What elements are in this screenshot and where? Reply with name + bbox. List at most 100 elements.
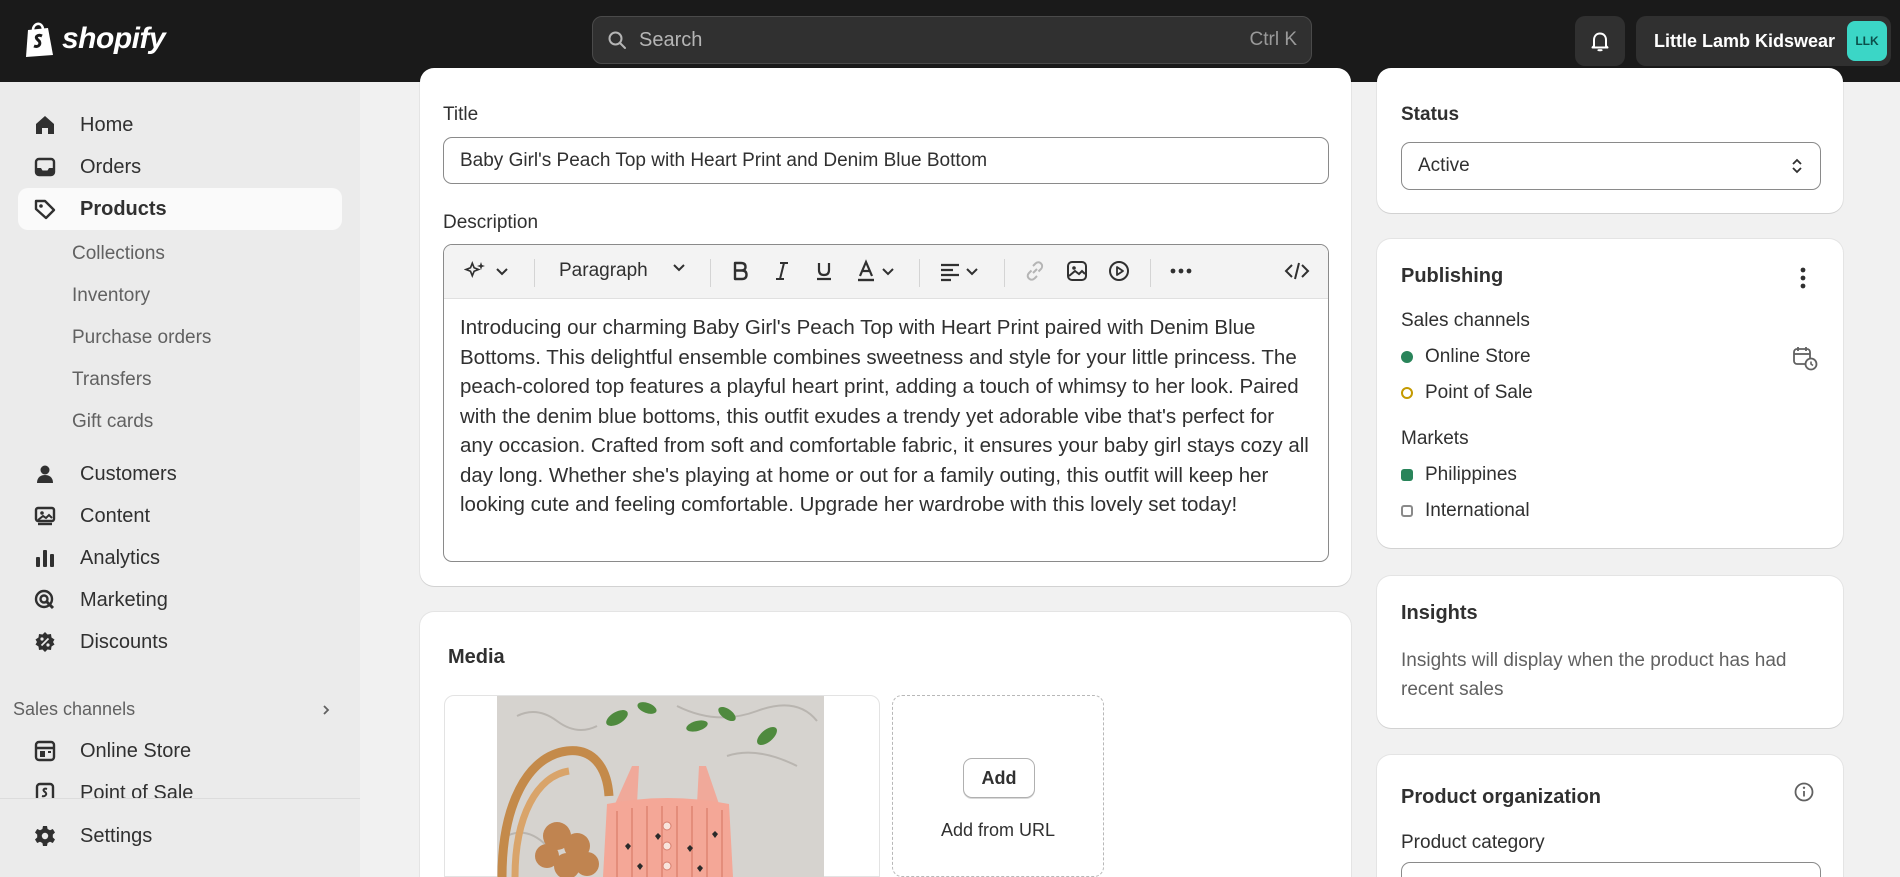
sales-channels-label: Sales channels: [13, 699, 136, 719]
media-title: Media: [448, 646, 505, 668]
image-button[interactable]: [1065, 259, 1089, 283]
bold-icon: [733, 261, 748, 281]
sidebar-item-orders[interactable]: Orders: [18, 146, 342, 188]
chevron-down-icon: [496, 268, 508, 276]
gear-icon: [35, 826, 55, 846]
target-icon: [34, 589, 55, 610]
product-organization-title: Product organization: [1401, 786, 1601, 808]
search-icon: [608, 31, 626, 49]
ai-generate-button[interactable]: [464, 259, 510, 283]
search-input[interactable]: Search Ctrl K: [592, 16, 1312, 64]
tag-icon: [34, 199, 56, 220]
channel-point-of-sale: Point of Sale: [1401, 382, 1533, 404]
product-category-label: Product category: [1401, 832, 1545, 853]
image-icon: [1067, 261, 1087, 281]
active-status-dot: [1401, 351, 1413, 363]
active-status-dot: [1401, 469, 1413, 481]
link-button[interactable]: [1023, 259, 1047, 283]
sidebar-item-online-store[interactable]: Online Store: [18, 730, 342, 772]
channel-online-store: Online Store: [1401, 346, 1531, 368]
shopify-logo[interactable]: shopify: [22, 20, 166, 58]
play-circle-icon: [1109, 261, 1129, 281]
sidebar-item-analytics[interactable]: Analytics: [18, 537, 342, 579]
product-category-input[interactable]: [1401, 862, 1821, 877]
sidebar-item-content[interactable]: Content: [18, 495, 342, 537]
ellipsis-icon: [1170, 268, 1192, 274]
title-label: Title: [443, 104, 479, 125]
sidebar-item-label: Content: [80, 504, 151, 527]
product-image[interactable]: [497, 696, 824, 877]
align-left-icon: [941, 263, 959, 282]
person-icon: [37, 465, 53, 483]
sidebar-item-products[interactable]: Products: [18, 188, 342, 230]
paragraph-dropdown[interactable]: [671, 259, 687, 275]
title-input[interactable]: Baby Girl's Peach Top with Heart Print a…: [443, 137, 1329, 184]
sidebar-item-label: Marketing: [80, 588, 168, 611]
bell-icon: [1591, 32, 1609, 52]
italic-button[interactable]: [770, 259, 794, 283]
more-options-button[interactable]: [1168, 259, 1194, 283]
alignment-button[interactable]: [938, 259, 980, 283]
select-arrows-icon: [1792, 158, 1802, 174]
schedule-calendar-icon[interactable]: [1792, 345, 1818, 371]
link-icon: [1026, 261, 1044, 281]
sidebar-item-marketing[interactable]: Marketing: [18, 579, 342, 621]
market-name: International: [1425, 500, 1530, 521]
editor-toolbar: Paragraph: [444, 245, 1328, 299]
status-select[interactable]: Active: [1401, 142, 1821, 190]
market-name: Philippines: [1425, 464, 1517, 485]
add-media-button[interactable]: Add: [963, 758, 1035, 798]
publishing-title: Publishing: [1401, 265, 1504, 287]
sidebar: Home Orders Products Collections Invento…: [0, 82, 360, 877]
sidebar-item-settings[interactable]: Settings: [18, 815, 342, 857]
status-card: [1377, 68, 1843, 213]
sidebar-subitem-inventory[interactable]: Inventory: [72, 285, 150, 307]
sidebar-item-label: Home: [80, 113, 134, 136]
media-dropzone[interactable]: Add Add from URL: [892, 695, 1104, 877]
paragraph-style-select[interactable]: Paragraph: [559, 260, 648, 282]
sidebar-subitem-gift-cards[interactable]: Gift cards: [72, 411, 153, 433]
underline-button[interactable]: [812, 259, 836, 283]
sidebar-item-discounts[interactable]: Discounts: [18, 621, 342, 663]
sidebar-item-customers[interactable]: Customers: [18, 453, 342, 495]
market-international: International: [1401, 500, 1530, 522]
notifications-button[interactable]: [1575, 16, 1625, 66]
store-icon: [34, 740, 56, 762]
italic-icon: [776, 262, 788, 280]
chevron-down-icon: [966, 268, 978, 276]
status-value: Active: [1418, 155, 1470, 176]
content-icon: [34, 506, 56, 526]
brand-name: shopify: [62, 22, 166, 55]
shopify-bag-icon: [26, 22, 53, 57]
insights-text: Insights will display when the product h…: [1401, 650, 1787, 700]
home-icon: [36, 116, 54, 134]
sidebar-item-label: Settings: [80, 824, 153, 847]
sidebar-item-label: Customers: [80, 462, 177, 485]
add-from-url-link[interactable]: Add from URL: [893, 820, 1103, 841]
sparkle-icon: [464, 261, 485, 278]
video-button[interactable]: [1107, 259, 1131, 283]
sidebar-item-home[interactable]: Home: [18, 104, 342, 146]
sidebar-subitem-purchase-orders[interactable]: Purchase orders: [72, 327, 211, 349]
text-color-button[interactable]: [854, 259, 896, 283]
sales-channels-heading[interactable]: Sales channels: [13, 699, 333, 720]
sidebar-subitem-collections[interactable]: Collections: [72, 243, 165, 265]
sidebar-item-label: Online Store: [80, 739, 192, 762]
channel-name: Online Store: [1425, 346, 1531, 367]
insights-title: Insights: [1401, 602, 1478, 624]
store-menu-button[interactable]: Little Lamb Kidswear LLK: [1636, 16, 1891, 66]
bold-button[interactable]: [728, 259, 752, 283]
sidebar-subitem-transfers[interactable]: Transfers: [72, 369, 152, 391]
sidebar-footer: Settings: [0, 798, 360, 877]
description-text[interactable]: Introducing our charming Baby Girl's Pea…: [444, 299, 1328, 534]
underline-icon: [817, 263, 831, 281]
sales-channels-label: Sales channels: [1401, 310, 1530, 331]
code-view-button[interactable]: [1284, 259, 1310, 283]
more-vertical-icon[interactable]: [1795, 266, 1811, 290]
pending-status-dot: [1401, 387, 1413, 399]
orders-icon: [34, 157, 56, 177]
description-editor[interactable]: Paragraph Introducing our charming Baby …: [443, 244, 1329, 562]
channel-name: Point of Sale: [1425, 382, 1533, 403]
description-label: Description: [443, 212, 539, 233]
info-icon[interactable]: [1793, 781, 1815, 803]
